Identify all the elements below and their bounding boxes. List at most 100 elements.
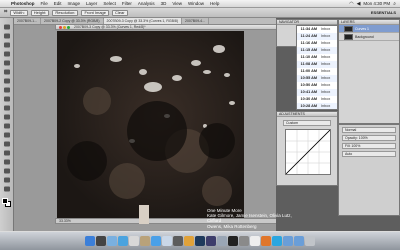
- healing-tool-icon[interactable]: [3, 78, 11, 84]
- mail-row[interactable]: 11:34 AM Inbox: [297, 26, 337, 33]
- history-brush-tool-icon[interactable]: [3, 105, 11, 111]
- system-preferences-icon[interactable]: [239, 236, 249, 246]
- layer-row[interactable]: Curves 1: [339, 25, 399, 33]
- workspace-switcher[interactable]: ESSENTIALS: [371, 10, 396, 15]
- lasso-tool-icon[interactable]: [3, 42, 11, 48]
- mail-row[interactable]: 10:55 AM Inbox: [297, 75, 337, 82]
- mail-window[interactable]: 11:34 AM Inbox 11:24 AM Inbox 11:16 AM Inbox 1…: [296, 25, 338, 110]
- blend-mode-select[interactable]: Normal: [342, 127, 396, 133]
- iphoto-icon[interactable]: [162, 236, 172, 246]
- mail-row[interactable]: 10:28 AM Inbox: [297, 103, 337, 109]
- terminal-icon[interactable]: [228, 236, 238, 246]
- crop-tool-icon[interactable]: [3, 60, 11, 66]
- skype-icon[interactable]: [272, 236, 282, 246]
- wifi-icon[interactable]: ◠: [349, 1, 353, 7]
- mail-icon[interactable]: [107, 236, 117, 246]
- dodge-tool-icon[interactable]: [3, 132, 11, 138]
- mail-row[interactable]: 11:24 AM Inbox: [297, 33, 337, 40]
- menu-filter[interactable]: Filter: [119, 1, 135, 6]
- menu-clock[interactable]: Mon 4:30 PM: [363, 1, 390, 6]
- menu-3d[interactable]: 3D: [158, 1, 170, 6]
- pen-tool-icon[interactable]: [3, 141, 11, 147]
- gradient-tool-icon[interactable]: [3, 123, 11, 129]
- mail-mailbox: Inbox: [321, 76, 331, 80]
- textedit-icon[interactable]: [250, 236, 260, 246]
- menu-image[interactable]: Image: [65, 1, 84, 6]
- options-bar: ⌗ Width: Height: Resolution: Front Image…: [0, 8, 400, 18]
- height-field[interactable]: Height:: [30, 9, 50, 16]
- layer-thumbnail: [344, 34, 353, 40]
- menu-view[interactable]: View: [169, 1, 185, 6]
- folder-icon[interactable]: [283, 236, 293, 246]
- itunes-icon[interactable]: [151, 236, 161, 246]
- front-image-button[interactable]: Front Image: [81, 9, 110, 16]
- finder-icon[interactable]: [85, 236, 95, 246]
- menu-edit[interactable]: Edit: [51, 1, 65, 6]
- doc-tab[interactable]: 2007B09-1...: [14, 18, 42, 24]
- width-field[interactable]: Width:: [10, 9, 28, 16]
- menu-help[interactable]: Help: [207, 1, 222, 6]
- type-tool-icon[interactable]: [3, 150, 11, 156]
- garageband-icon[interactable]: [184, 236, 194, 246]
- mail-row[interactable]: 10:30 AM Inbox: [297, 96, 337, 103]
- mail-row[interactable]: 11:10 AM Inbox: [297, 54, 337, 61]
- eraser-tool-icon[interactable]: [3, 114, 11, 120]
- imovie-icon[interactable]: [173, 236, 183, 246]
- zoom-tool-icon[interactable]: [3, 186, 11, 192]
- shape-tool-icon[interactable]: [3, 168, 11, 174]
- curves-graph[interactable]: [285, 129, 331, 175]
- menu-analysis[interactable]: Analysis: [135, 1, 158, 6]
- menu-layer[interactable]: Layer: [83, 1, 100, 6]
- path-select-tool-icon[interactable]: [3, 159, 11, 165]
- dashboard-icon[interactable]: [96, 236, 106, 246]
- photoshop-icon[interactable]: [195, 236, 205, 246]
- curves-preset-select[interactable]: Custom: [283, 120, 331, 126]
- mail-time: 11:34 AM: [300, 27, 317, 31]
- foreground-color-swatch[interactable]: [2, 198, 8, 204]
- adjustments-panel-title[interactable]: ADJUSTMENTS: [277, 112, 337, 117]
- menu-app-name[interactable]: Photoshop: [8, 1, 38, 6]
- menu-file[interactable]: File: [38, 1, 51, 6]
- fill-field[interactable]: Fill: 100%: [342, 143, 396, 149]
- hand-tool-icon[interactable]: [3, 177, 11, 183]
- photo-canvas[interactable]: [57, 31, 244, 218]
- zoom-icon[interactable]: [67, 26, 70, 29]
- mail-row[interactable]: 11:08 AM Inbox: [297, 61, 337, 68]
- layer-row[interactable]: Background: [339, 33, 399, 41]
- brush-tool-icon[interactable]: [3, 87, 11, 93]
- mail-row[interactable]: 10:50 AM Inbox: [297, 82, 337, 89]
- address-book-icon[interactable]: [140, 236, 150, 246]
- volume-icon[interactable]: ◀: [357, 1, 361, 7]
- close-icon[interactable]: [59, 26, 62, 29]
- mail-row[interactable]: 11:00 AM Inbox: [297, 68, 337, 75]
- menu-window[interactable]: Window: [185, 1, 207, 6]
- crop-icon[interactable]: ⌗: [4, 9, 7, 16]
- mail-time: 11:00 AM: [300, 69, 317, 73]
- preview-icon[interactable]: [217, 236, 227, 246]
- opacity-field[interactable]: Opacity: 100%: [342, 135, 396, 141]
- spotlight-icon[interactable]: ⌕: [393, 1, 396, 7]
- ical-icon[interactable]: [129, 236, 139, 246]
- menu-select[interactable]: Select: [100, 1, 119, 6]
- marquee-tool-icon[interactable]: [3, 33, 11, 39]
- safari-icon[interactable]: [118, 236, 128, 246]
- quick-select-tool-icon[interactable]: [3, 51, 11, 57]
- mail-row[interactable]: 11:16 AM Inbox: [297, 40, 337, 47]
- firefox-icon[interactable]: [261, 236, 271, 246]
- stamp-tool-icon[interactable]: [3, 96, 11, 102]
- minimize-icon[interactable]: [63, 26, 66, 29]
- clear-button[interactable]: Clear: [112, 9, 128, 16]
- eyedropper-tool-icon[interactable]: [3, 69, 11, 75]
- move-tool-icon[interactable]: [3, 24, 11, 30]
- downloads-icon[interactable]: [294, 236, 304, 246]
- mail-mailbox: Inbox: [321, 55, 331, 59]
- zoom-level[interactable]: 33.33%: [59, 219, 71, 223]
- trash-icon[interactable]: [305, 236, 315, 246]
- bridge-icon[interactable]: [206, 236, 216, 246]
- mail-row[interactable]: 10:41 AM Inbox: [297, 89, 337, 96]
- document-window-title[interactable]: 2007B09-3 Copy @ 33.3% (Curves 1, Red/8)…: [55, 24, 277, 30]
- auto-button[interactable]: Auto: [342, 151, 396, 157]
- resolution-field[interactable]: Resolution:: [52, 9, 79, 16]
- mail-time: 10:28 AM: [300, 104, 317, 108]
- mail-row[interactable]: 11:15 AM Inbox: [297, 47, 337, 54]
